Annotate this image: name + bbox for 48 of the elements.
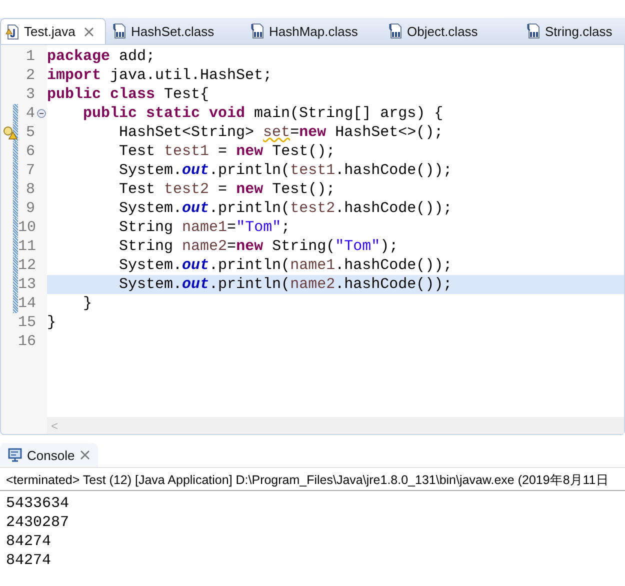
- console-status: <terminated> Test (12) [Java Application] D:\Program_Files\Java\jre1.8.0_131\bin\javaw.exe (2019年8月11日: [0, 468, 625, 491]
- line-number: 13: [18, 276, 35, 293]
- console-output-line: 5433634: [6, 494, 70, 513]
- line-number: 6: [24, 143, 35, 160]
- console-output-line: 84274: [6, 551, 52, 570]
- line-number: 15: [18, 314, 35, 331]
- line-number: 4: [24, 105, 35, 122]
- code-line: public class Test{: [47, 85, 210, 104]
- line-number: 5: [24, 124, 35, 141]
- collapse-icon[interactable]: [36, 109, 46, 118]
- java-file-icon: [5, 24, 21, 40]
- monitor-icon: [8, 448, 22, 462]
- code-line: String name2=new String("Tom");: [118, 237, 400, 256]
- line-number: 2: [24, 67, 35, 84]
- console-output-line: 84274: [6, 532, 52, 551]
- code-line: import java.util.HashSet;: [47, 66, 274, 85]
- close-icon[interactable]: [84, 26, 94, 36]
- code-line: System.out.println(test1.hashCode());: [118, 161, 454, 180]
- line-number: 1: [24, 48, 35, 65]
- editor-tab[interactable]: Object.class: [382, 18, 506, 44]
- line-number: 7: [24, 162, 35, 179]
- code-line: String name1="Tom";: [118, 218, 292, 237]
- editor-tab[interactable]: HashSet.class: [106, 18, 230, 44]
- warning-bulb-icon[interactable]: [3, 126, 17, 140]
- editor-tab[interactable]: HashMap.class: [244, 18, 368, 44]
- line-number: 10: [18, 219, 35, 236]
- editor-tab[interactable]: String.class: [520, 18, 625, 44]
- code-line: System.out.println(test2.hashCode());: [118, 199, 454, 218]
- code-editor[interactable]: [0, 45, 625, 435]
- line-number: 8: [24, 181, 35, 198]
- line-number: 14: [18, 295, 35, 312]
- editor-tab[interactable]: Test.java: [0, 18, 106, 44]
- code-line: System.out.println(name1.hashCode());: [118, 256, 454, 275]
- code-line: package add;: [47, 47, 156, 66]
- line-number: 12: [18, 257, 35, 274]
- code-line: }: [82, 294, 94, 313]
- line-number: 9: [24, 200, 35, 217]
- line-number: 3: [24, 86, 35, 103]
- code-line: HashSet<String> set=new HashSet<>();: [118, 123, 444, 142]
- line-number: 11: [18, 238, 35, 255]
- close-icon[interactable]: [80, 450, 90, 460]
- console-output-line: 2430287: [6, 513, 70, 532]
- code-line: }: [47, 313, 58, 332]
- code-line: Test test1 = new Test();: [118, 142, 336, 161]
- code-line: public static void main(String[] args) {: [82, 104, 444, 123]
- line-number: 16: [18, 333, 35, 350]
- console-tab[interactable]: Console: [0, 443, 98, 467]
- code-line: Test test2 = new Test();: [118, 180, 336, 199]
